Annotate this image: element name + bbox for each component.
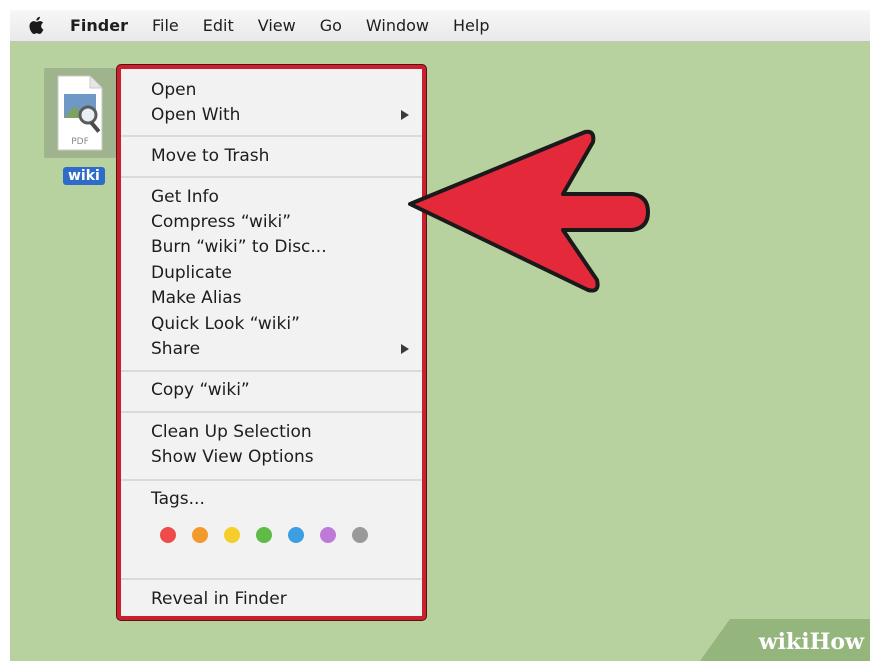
watermark-text: wikiHow (758, 629, 864, 655)
desktop: Finder File Edit View Go Window Help PDF… (10, 10, 870, 661)
red-pointer-arrow-icon (408, 129, 650, 293)
wikihow-watermark: wikiHow (700, 619, 870, 661)
image-frame: Finder File Edit View Go Window Help PDF… (0, 0, 870, 661)
